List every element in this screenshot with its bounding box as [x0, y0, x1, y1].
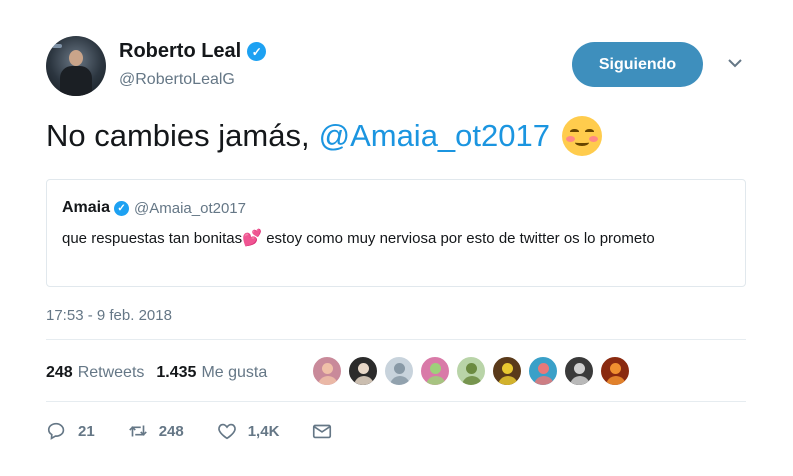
author-name[interactable]: Roberto Leal	[119, 40, 241, 63]
avatar-background-light	[52, 44, 62, 48]
liker-avatar[interactable]	[564, 356, 594, 386]
quoted-text-part-2: estoy como muy nerviosa por esto de twit…	[262, 230, 655, 247]
quoted-author-handle: @Amaia_ot2017	[134, 199, 246, 217]
envelope-icon	[313, 424, 332, 439]
mention-link[interactable]: @Amaia_ot2017	[319, 118, 550, 154]
smiling-face-with-blush-emoji-icon	[562, 116, 602, 156]
liker-avatar[interactable]	[528, 356, 558, 386]
likes-count[interactable]: 1.435	[156, 364, 196, 382]
quoted-author-name: Amaia	[62, 199, 111, 216]
retweets-label[interactable]: Retweets	[78, 364, 145, 382]
verified-badge-icon: ✓	[247, 42, 267, 61]
author-name-row[interactable]: Roberto Leal ✓	[119, 40, 267, 63]
likes-label[interactable]: Me gusta	[201, 364, 267, 382]
liker-avatar[interactable]	[420, 356, 450, 386]
avatar-body	[60, 66, 92, 96]
liker-avatar[interactable]	[384, 356, 414, 386]
reply-icon	[47, 422, 65, 440]
liker-avatar[interactable]	[456, 356, 486, 386]
like-count: 1,4K	[247, 422, 280, 440]
direct-message-action[interactable]	[311, 420, 333, 442]
likers-avatars	[312, 356, 636, 386]
liker-avatar[interactable]	[600, 356, 630, 386]
following-button[interactable]: Siguiendo	[572, 42, 703, 87]
divider	[46, 339, 746, 340]
verified-badge-icon: ✓	[114, 200, 130, 216]
quoted-tweet-card[interactable]: Amaia ✓ @Amaia_ot2017 que respuestas tan…	[46, 179, 746, 287]
author-avatar[interactable]	[46, 36, 106, 96]
retweet-count: 248	[158, 422, 184, 440]
quoted-tweet-header: Amaia ✓ @Amaia_ot2017	[62, 199, 246, 217]
liker-avatar[interactable]	[492, 356, 522, 386]
liker-avatar[interactable]	[348, 356, 378, 386]
reply-action[interactable]: 21	[46, 420, 95, 442]
retweet-action[interactable]: 248	[127, 420, 184, 442]
chevron-down-icon[interactable]	[726, 56, 744, 70]
tweet-body: No cambies jamás,	[46, 118, 310, 153]
tweet-actions: 21 248 1,4K	[46, 420, 365, 442]
liker-avatar[interactable]	[312, 356, 342, 386]
tweet-timestamp[interactable]: 17:53 - 9 feb. 2018	[46, 307, 172, 324]
tweet-text: No cambies jamás, @Amaia_ot2017	[46, 116, 602, 156]
quoted-tweet-text: que respuestas tan bonitas💕 estoy como m…	[62, 227, 722, 251]
retweets-count[interactable]: 248	[46, 364, 73, 382]
quoted-text-part-1: que respuestas tan bonitas	[62, 230, 243, 247]
like-action[interactable]: 1,4K	[216, 420, 280, 442]
author-handle[interactable]: @RobertoLealG	[119, 71, 235, 89]
reply-count: 21	[78, 422, 95, 440]
avatar-head	[69, 50, 83, 66]
tweet-stats: 248 Retweets 1.435 Me gusta	[46, 364, 279, 382]
divider	[46, 401, 746, 402]
two-hearts-emoji-icon: 💕	[242, 230, 263, 247]
heart-icon	[217, 423, 236, 440]
retweet-icon	[128, 425, 147, 437]
